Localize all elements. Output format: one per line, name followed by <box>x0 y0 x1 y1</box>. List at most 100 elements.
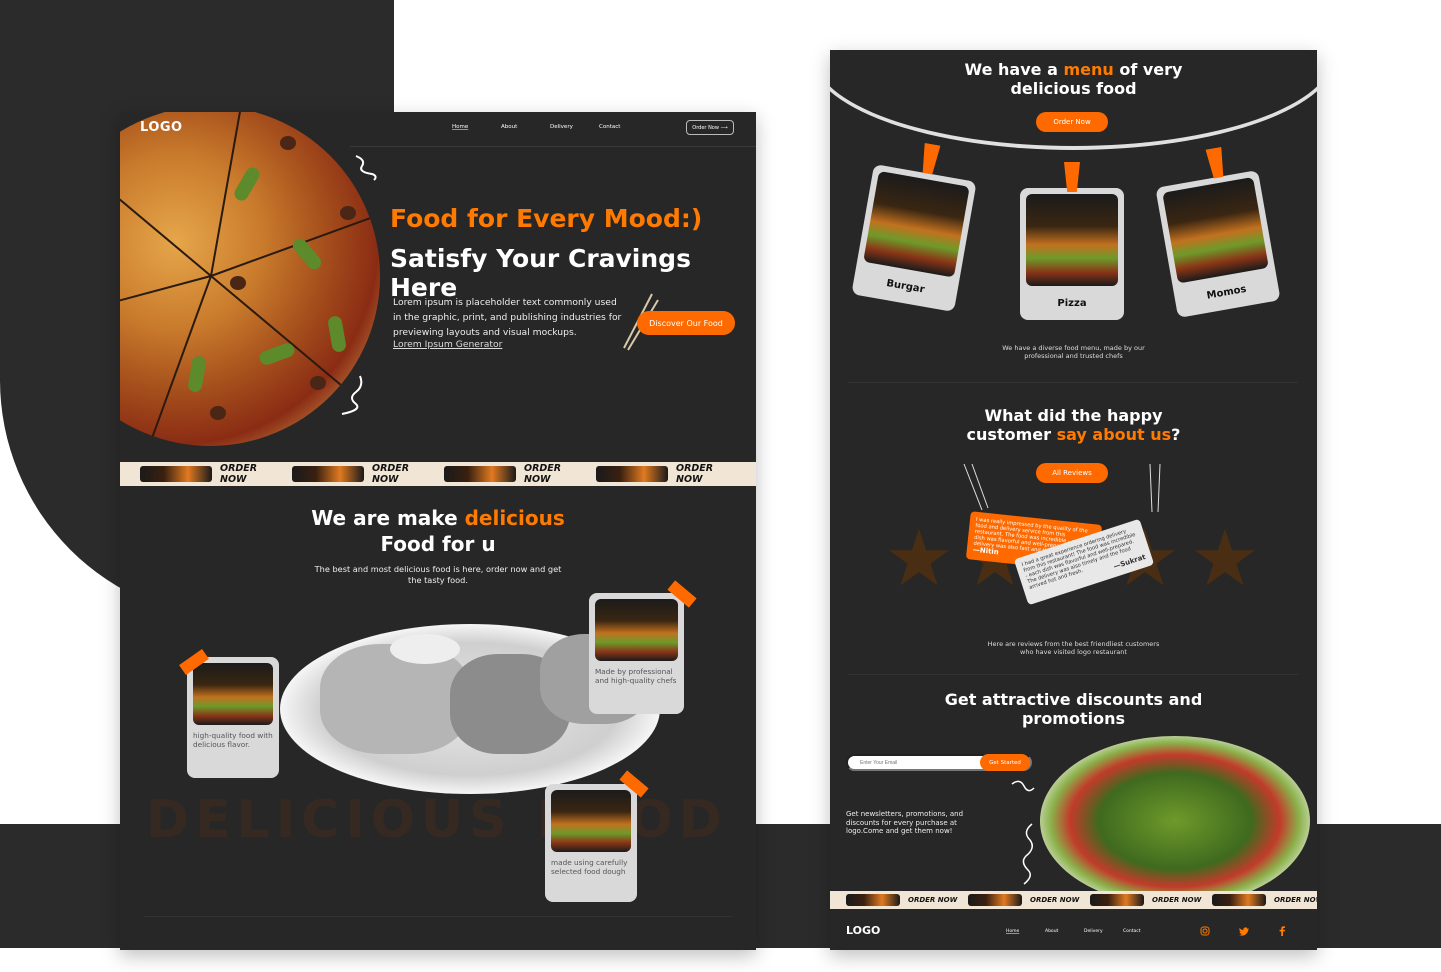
section-divider <box>848 382 1298 383</box>
menu-title-pre: We have a <box>964 60 1064 79</box>
ticker-food-image <box>292 466 364 482</box>
order-now-nav-button[interactable]: Order Now ⟶ <box>686 120 734 135</box>
lorem-generator-link[interactable]: Lorem Ipsum Generator <box>393 339 502 350</box>
nav-home[interactable]: Home <box>452 124 501 130</box>
landing-page-panel: LOGO Home About Delivery Contact Order N… <box>120 112 756 950</box>
instagram-icon[interactable] <box>1200 926 1210 936</box>
ticker-item[interactable]: ORDER NOW <box>596 463 740 485</box>
feature-card-text: made using carefully selected food dough <box>551 858 628 876</box>
squiggle-icon <box>1011 780 1035 792</box>
ticker-item[interactable]: ORDER NOW <box>292 463 436 485</box>
footer-nav: Home About Delivery Contact <box>1006 929 1162 934</box>
squiggle-icon <box>1022 823 1033 885</box>
hero-title-accent: Food for Every Mood:) <box>390 204 703 233</box>
string-decoration <box>1149 464 1161 513</box>
feature-card-text: high-quality food with delicious flavor. <box>193 731 273 749</box>
order-now-ticker: ORDER NOW ORDER NOW ORDER NOW ORDER NOW <box>830 891 1317 909</box>
menu-title-highlight: menu <box>1063 60 1114 79</box>
review-title-line1: What did the happy <box>984 406 1163 425</box>
burger-image <box>193 663 273 725</box>
section-title-highlight: delicious <box>464 506 565 530</box>
menu-item-label: Pizza <box>1057 298 1087 309</box>
clip-decoration <box>1206 147 1227 179</box>
newsletter-text: Get newsletters, promotions, and discoun… <box>846 810 964 836</box>
discover-food-button[interactable]: Discover Our Food <box>637 311 735 335</box>
footer-nav-home[interactable]: Home <box>1006 929 1045 934</box>
ticker-food-image <box>140 466 212 482</box>
burger-image <box>1162 176 1269 284</box>
watermark-text: DELICIOUS FOOD <box>146 790 728 850</box>
main-nav: Home About Delivery Contact <box>452 124 648 130</box>
ticker-label: ORDER NOW <box>372 463 410 485</box>
clip-decoration <box>920 143 941 175</box>
star-icon: ★ <box>1190 514 1260 604</box>
feature-card: Made by professional and high-quality ch… <box>589 593 684 714</box>
menu-title: We have a menu of very delicious food <box>830 60 1317 98</box>
burger-image <box>551 790 631 852</box>
feature-card: high-quality food with delicious flavor. <box>187 657 279 778</box>
review-title-pre: customer <box>966 425 1057 444</box>
menu-title-post: of very <box>1113 60 1183 79</box>
feature-card-text: Made by professional and high-quality ch… <box>595 667 677 685</box>
canvas: LOGO Home About Delivery Contact Order N… <box>0 0 1441 972</box>
footer-nav-about[interactable]: About <box>1045 929 1084 934</box>
review-title-highlight: say about us <box>1056 425 1172 444</box>
order-now-ticker: ORDER NOW ORDER NOW ORDER NOW ORDER NOW <box>120 462 756 486</box>
twitter-icon[interactable] <box>1239 926 1250 936</box>
nav-delivery[interactable]: Delivery <box>550 124 599 130</box>
ticker-item[interactable]: ORDER NOW <box>846 894 962 906</box>
burger-image <box>1026 194 1118 286</box>
star-icon: ★ <box>884 514 954 604</box>
ticker-food-image <box>968 894 1022 906</box>
section-divider <box>848 674 1298 675</box>
menu-caption: We have a diverse food menu, made by our… <box>1002 344 1145 360</box>
menu-item-label: Burgar <box>885 277 926 296</box>
ticker-item[interactable]: ORDER NOW <box>444 463 588 485</box>
hero-title: Satisfy Your Cravings Here <box>390 244 691 302</box>
string-decoration <box>963 464 989 511</box>
section-title-pre: We are make <box>311 506 465 530</box>
squiggle-icon <box>355 155 377 181</box>
ticker-food-image <box>1090 894 1144 906</box>
ticker-label: ORDER NOW <box>676 463 714 485</box>
section-title: We are make delicious <box>120 506 756 530</box>
salad-bowl-image <box>1040 736 1310 906</box>
menu-item-card-momos[interactable]: Momos <box>1155 169 1281 319</box>
get-started-button[interactable]: Get Started <box>980 754 1030 771</box>
ticker-item[interactable]: ORDER NOW <box>968 894 1084 906</box>
ticker-item[interactable]: ORDER NOW <box>1212 894 1317 906</box>
logo[interactable]: LOGO <box>140 120 183 135</box>
ticker-label: ORDER NOW <box>524 463 562 485</box>
ticker-food-image <box>444 466 516 482</box>
burger-image <box>863 170 970 278</box>
burger-image <box>595 599 678 661</box>
nav-about[interactable]: About <box>501 124 550 130</box>
ticker-food-image <box>846 894 900 906</box>
hero-body: Lorem ipsum is placeholder text commonly… <box>393 297 622 338</box>
squiggle-icon <box>341 375 363 415</box>
section-title-line2: Food for u <box>380 532 496 556</box>
ticker-label: ORDER NOW <box>1152 896 1202 904</box>
menu-item-card-burgar[interactable]: Burgar <box>851 163 977 313</box>
all-reviews-button[interactable]: All Reviews <box>1036 463 1108 483</box>
ticker-label: ORDER NOW <box>908 896 958 904</box>
facebook-icon[interactable] <box>1278 926 1286 936</box>
promo-title: Get attractive discounts and promotions <box>944 690 1203 728</box>
ticker-item[interactable]: ORDER NOW <box>1090 894 1206 906</box>
feature-card: made using carefully selected food dough <box>545 784 637 902</box>
review-title-post: ? <box>1171 425 1181 444</box>
ticker-food-image <box>1212 894 1266 906</box>
nav-contact[interactable]: Contact <box>599 124 648 130</box>
section-subtitle: The best and most delicious food is here… <box>314 564 562 585</box>
menu-item-card-pizza[interactable]: Pizza <box>1020 188 1124 320</box>
nav-divider <box>350 146 756 147</box>
ticker-label: ORDER NOW <box>1274 896 1317 904</box>
order-now-button[interactable]: Order Now <box>1036 112 1108 132</box>
ticker-item[interactable]: ORDER NOW <box>140 463 284 485</box>
menu-item-label: Momos <box>1205 283 1248 302</box>
footer-nav-contact[interactable]: Contact <box>1123 929 1162 934</box>
reviews-caption: Here are reviews from the best friendlie… <box>987 640 1160 656</box>
footer-nav-delivery[interactable]: Delivery <box>1084 929 1123 934</box>
footer-logo[interactable]: LOGO <box>846 924 880 937</box>
menu-page-panel: We have a menu of very delicious food Or… <box>830 50 1317 950</box>
